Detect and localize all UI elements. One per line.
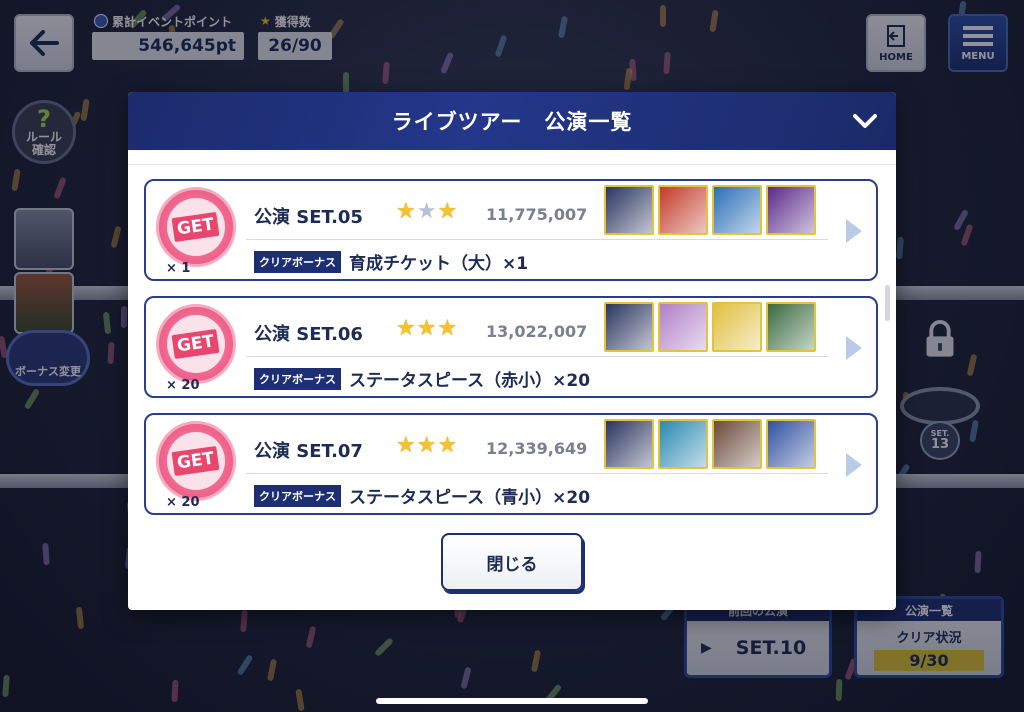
star-icon: ★ (437, 433, 458, 458)
star-icon: ★ (416, 433, 437, 458)
performance-row[interactable]: GET × 20 公演 SET.07 ★ ★ ★ 12,339,649 クリアボーナ… (144, 413, 878, 515)
reward-quantity: × 20 (166, 495, 200, 510)
chevron-down-icon (853, 114, 877, 128)
song-thumbnail (766, 302, 816, 352)
star-icon: ★ (416, 199, 437, 224)
clear-bonus-tag: クリアボーナス (254, 367, 341, 390)
star-icon: ★ (437, 316, 458, 341)
clear-bonus-tag: クリアボーナス (254, 250, 341, 273)
performance-row[interactable]: GET × 20 公演 SET.06 ★ ★ ★ 13,022,007 クリアボーナ… (144, 296, 878, 398)
collapse-button[interactable] (850, 106, 880, 136)
song-thumbnail (712, 302, 762, 352)
clear-bonus-text: 育成チケット（大）×1 (349, 254, 529, 274)
get-label: GET (171, 328, 221, 360)
performance-list[interactable]: GET × 1 公演 SET.05 ★ ★ ★ 11,775,007 クリアボーナス… (128, 164, 896, 520)
song-thumbnail (604, 185, 654, 235)
song-thumbnail (766, 185, 816, 235)
get-label: GET (171, 445, 221, 477)
clear-bonus: クリアボーナス ステータスピース（青小）×20 (254, 483, 590, 508)
song-thumbnail (712, 185, 762, 235)
chevron-right-icon[interactable] (846, 453, 862, 477)
row-divider (246, 239, 828, 240)
set-name: 公演 SET.06 (254, 324, 363, 345)
set-name: 公演 SET.07 (254, 441, 363, 462)
home-indicator[interactable] (376, 698, 648, 704)
chevron-right-icon[interactable] (846, 219, 862, 243)
song-thumbnails (604, 419, 816, 469)
score: 11,775,007 (486, 205, 588, 224)
modal-footer: 閉じる (128, 522, 896, 610)
modal-header: ライブツアー 公演一覧 (128, 92, 896, 150)
get-label: GET (171, 211, 221, 243)
set-name: 公演 SET.05 (254, 207, 363, 228)
star-icon: ★ (437, 199, 458, 224)
clear-bonus: クリアボーナス 育成チケット（大）×1 (254, 249, 528, 274)
row-divider (246, 356, 828, 357)
performance-list-modal: ライブツアー 公演一覧 GET × 1 公演 SET.05 ★ ★ ★ 11,775… (128, 92, 896, 610)
clear-bonus-tag: クリアボーナス (254, 484, 341, 507)
song-thumbnail (604, 302, 654, 352)
get-badge: GET (156, 304, 236, 384)
star-rating: ★ ★ ★ (396, 435, 457, 457)
song-thumbnail (712, 419, 762, 469)
reward-quantity: × 1 (166, 261, 191, 276)
close-button[interactable]: 閉じる (441, 533, 583, 591)
chevron-right-icon[interactable] (846, 336, 862, 360)
clear-bonus-text: ステータスピース（赤小）×20 (349, 371, 591, 391)
song-thumbnail (658, 302, 708, 352)
song-thumbnail (658, 185, 708, 235)
star-rating: ★ ★ ★ (396, 318, 457, 340)
star-icon: ★ (416, 316, 437, 341)
score: 13,022,007 (486, 322, 588, 341)
score: 12,339,649 (486, 439, 588, 458)
reward-quantity: × 20 (166, 378, 200, 393)
song-thumbnails (604, 302, 816, 352)
star-icon: ★ (396, 199, 416, 224)
performance-row[interactable]: GET × 1 公演 SET.05 ★ ★ ★ 11,775,007 クリアボーナス… (144, 179, 878, 281)
clear-bonus-text: ステータスピース（青小）×20 (349, 488, 591, 508)
get-badge: GET (156, 187, 236, 267)
modal-title: ライブツアー 公演一覧 (391, 110, 633, 134)
song-thumbnails (604, 185, 816, 235)
list-scrollbar[interactable] (885, 285, 890, 321)
star-rating: ★ ★ ★ (396, 201, 457, 223)
clear-bonus: クリアボーナス ステータスピース（赤小）×20 (254, 366, 590, 391)
song-thumbnail (766, 419, 816, 469)
star-icon: ★ (396, 316, 416, 341)
row-divider (246, 473, 828, 474)
song-thumbnail (658, 419, 708, 469)
get-badge: GET (156, 421, 236, 501)
song-thumbnail (604, 419, 654, 469)
star-icon: ★ (396, 433, 416, 458)
